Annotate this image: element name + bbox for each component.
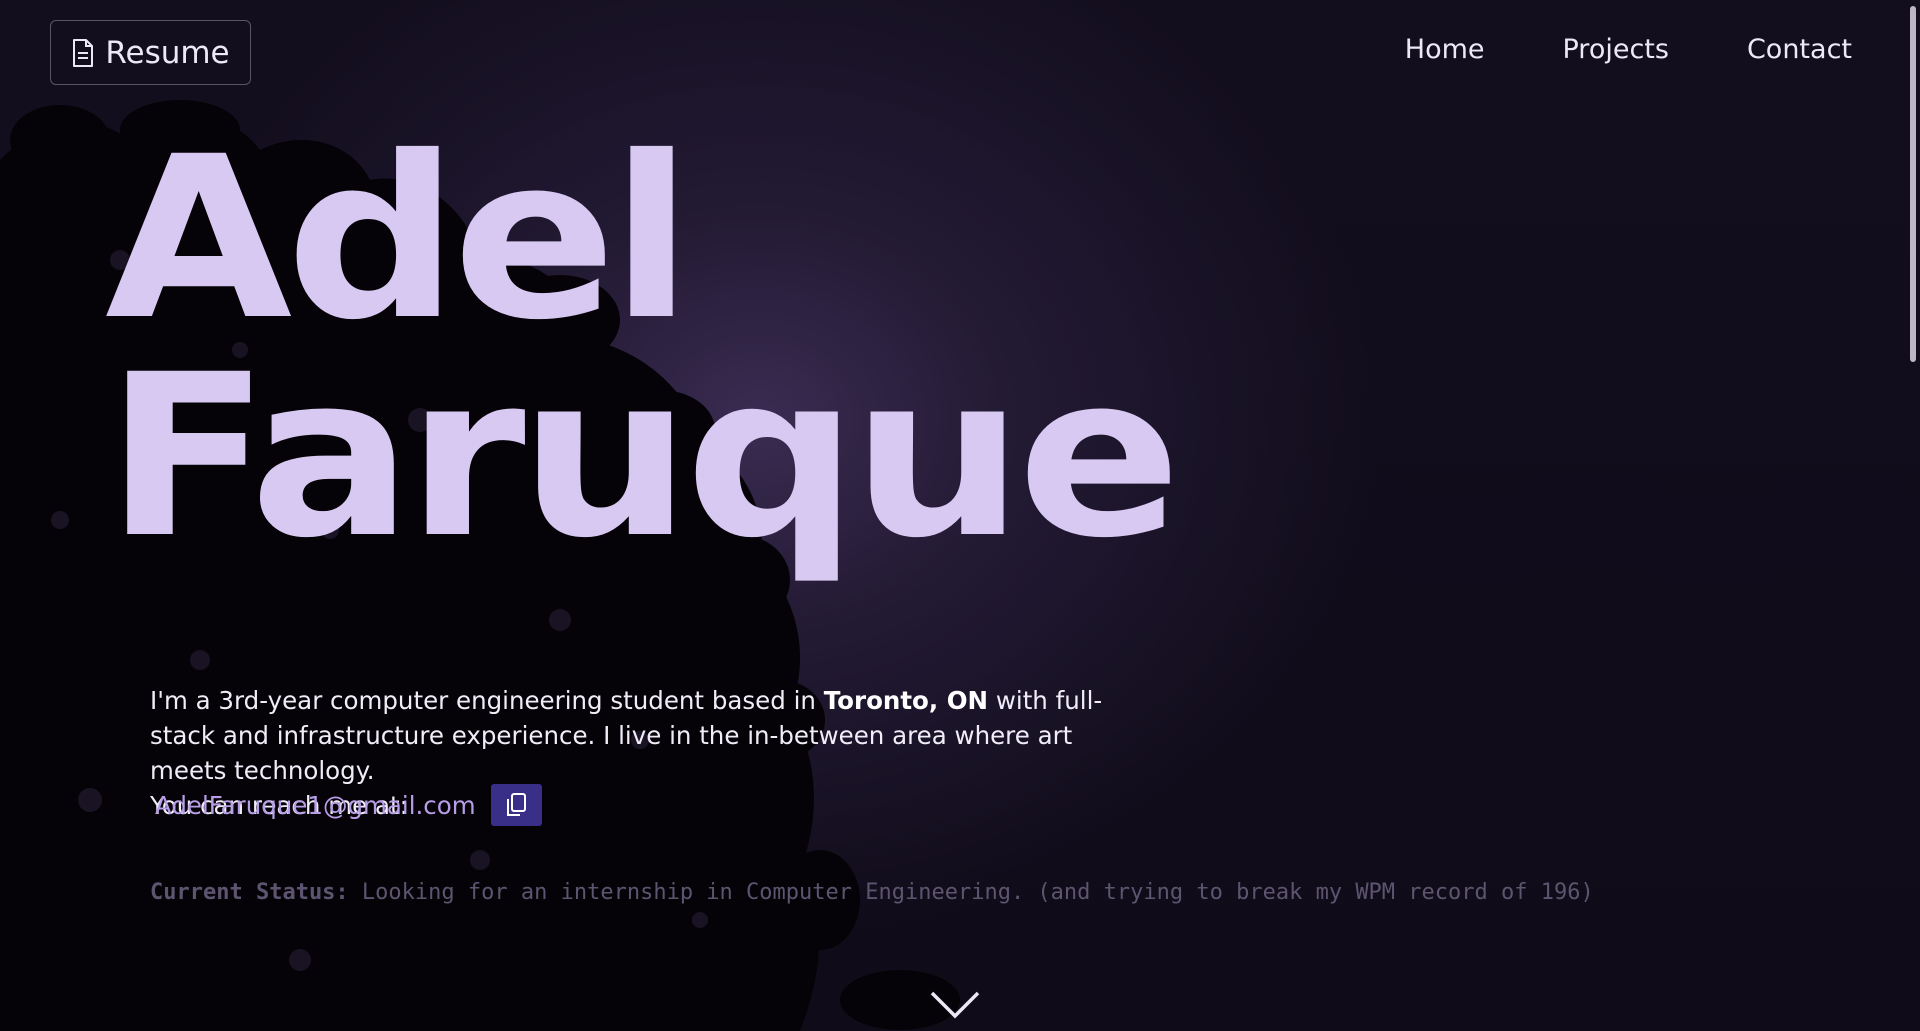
nav-home[interactable]: Home xyxy=(1405,34,1485,65)
email-link[interactable]: AdelFaruque1@gmail.com xyxy=(155,791,476,820)
copy-email-button[interactable] xyxy=(490,784,542,826)
first-name: Adel xyxy=(105,108,693,369)
scrollbar-thumb[interactable] xyxy=(1910,6,1916,362)
status-label: Current Status: xyxy=(150,880,349,905)
current-status: Current Status: Looking for an internshi… xyxy=(150,880,1594,905)
hero-name: Adel Faruque xyxy=(105,108,1181,587)
scrollbar[interactable] xyxy=(1906,0,1920,1031)
main-nav: Home Projects Contact xyxy=(1405,34,1852,65)
nav-projects[interactable]: Projects xyxy=(1563,34,1669,65)
bio-location: Toronto, ON xyxy=(823,686,989,715)
copy-icon xyxy=(507,793,527,816)
document-icon xyxy=(73,38,94,67)
status-text: Looking for an internship in Computer En… xyxy=(348,880,1594,905)
last-name: Faruque xyxy=(105,326,1181,587)
nav-contact[interactable]: Contact xyxy=(1747,34,1852,65)
chevron-down-icon[interactable] xyxy=(930,990,980,1020)
email-row: AdelFaruque1@gmail.com xyxy=(155,784,542,826)
resume-label: Resume xyxy=(105,34,230,71)
bio-text-1: I'm a 3rd-year computer engineering stud… xyxy=(150,686,824,715)
resume-button[interactable]: Resume xyxy=(50,20,251,85)
